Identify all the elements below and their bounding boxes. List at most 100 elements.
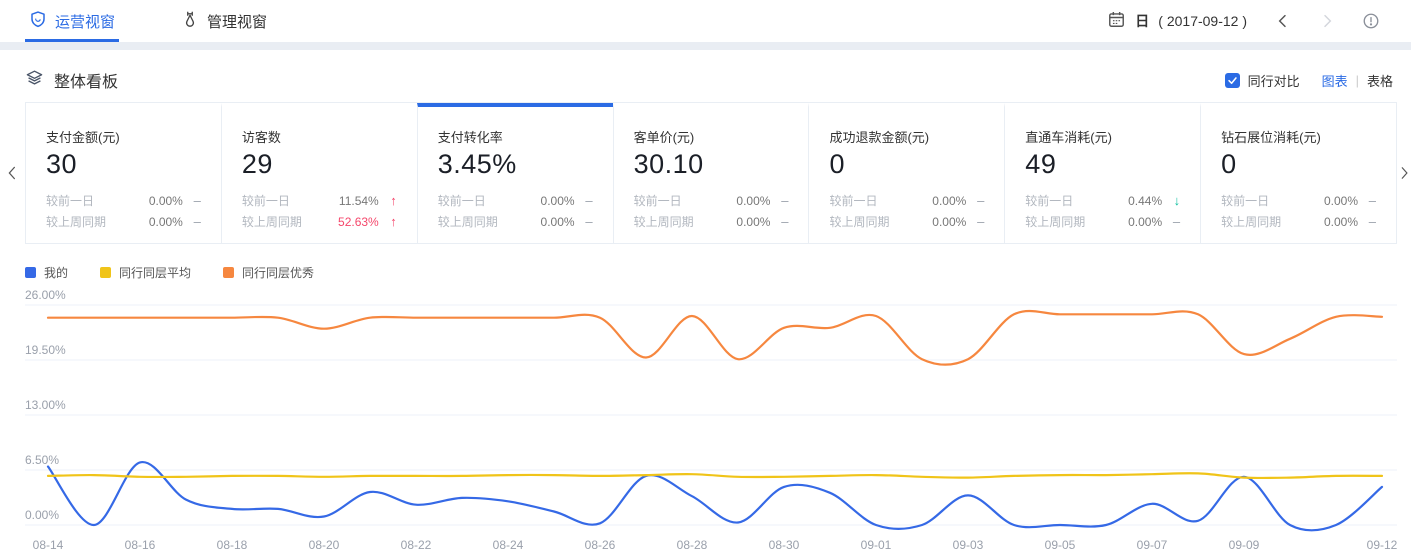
metric-value: 0 [1221, 149, 1376, 180]
legend-label: 同行同层平均 [119, 264, 191, 281]
compare-value: 0.00% [1324, 215, 1358, 229]
trend-arrow-icon: – [966, 214, 984, 229]
compare-row: 较前一日 0.00% – [438, 190, 593, 211]
trend-arrow-icon: ↑ [379, 214, 397, 229]
nav-right-controls: 日 ( 2017-09-12 ) [1107, 10, 1393, 32]
compare-value: 0.00% [541, 215, 575, 229]
compare-label: 较前一日 [1025, 192, 1073, 209]
trend-arrow-icon: – [1358, 214, 1376, 229]
compare-value: 0.00% [1324, 194, 1358, 208]
compare-label: 较上周同期 [46, 213, 106, 230]
compare-value: 0.00% [932, 194, 966, 208]
stethoscope-icon [181, 10, 199, 32]
metric-value: 30.10 [634, 149, 789, 180]
trend-chart-svg: 0.00%6.50%13.00%19.50%26.00%08-1408-1608… [0, 285, 1411, 560]
compare-row: 较上周同期 0.00% – [1221, 211, 1376, 232]
card-avg-order-value[interactable]: 客单价(元) 30.10 较前一日 0.00% – 较上周同期 0.00% – [613, 103, 809, 243]
compare-row: 较前一日 0.00% – [46, 190, 201, 211]
compare-row: 较上周同期 0.00% – [1025, 211, 1180, 232]
legend-swatch [100, 267, 111, 278]
compare-value: 0.00% [736, 194, 770, 208]
svg-text:09-07: 09-07 [1137, 538, 1168, 552]
tab-label: 管理视窗 [207, 11, 267, 32]
peer-compare-checkbox[interactable] [1225, 73, 1240, 88]
peer-compare-label: 同行对比 [1248, 71, 1300, 90]
svg-text:09-09: 09-09 [1229, 538, 1260, 552]
svg-text:19.50%: 19.50% [25, 343, 66, 357]
svg-text:6.50%: 6.50% [25, 453, 59, 467]
trend-arrow-icon: – [183, 193, 201, 208]
date-next-button[interactable] [1305, 13, 1349, 29]
compare-row: 较上周同期 0.00% – [46, 211, 201, 232]
tab-label: 运营视窗 [55, 11, 115, 32]
trend-arrow-icon: – [770, 193, 788, 208]
info-icon[interactable] [1349, 12, 1393, 30]
compare-row: 较前一日 0.44% ↓ [1025, 190, 1180, 211]
legend-item-peer-average[interactable]: 同行同层平均 [100, 264, 191, 281]
card-ztc-spend[interactable]: 直通车消耗(元) 49 较前一日 0.44% ↓ 较上周同期 0.00% – [1004, 103, 1200, 243]
card-pay-amount[interactable]: 支付金额(元) 30 较前一日 0.00% – 较上周同期 0.00% – [26, 103, 221, 243]
card-refund-amount[interactable]: 成功退款金额(元) 0 较前一日 0.00% – 较上周同期 0.00% – [808, 103, 1004, 243]
compare-label: 较上周同期 [1025, 213, 1085, 230]
legend-item-mine[interactable]: 我的 [25, 264, 68, 281]
cards-carousel: 支付金额(元) 30 较前一日 0.00% – 较上周同期 0.00% – 访客… [0, 102, 1411, 244]
compare-value: 0.00% [1128, 215, 1162, 229]
compare-value: 52.63% [338, 215, 379, 229]
compare-value: 0.44% [1128, 194, 1162, 208]
board-header: 整体看板 同行对比 图表 | 表格 [0, 50, 1411, 95]
legend-label: 同行同层优秀 [242, 264, 314, 281]
svg-text:13.00%: 13.00% [25, 398, 66, 412]
calendar-icon [1107, 10, 1126, 32]
chart-legend: 我的 同行同层平均 同行同层优秀 [25, 264, 1411, 281]
compare-value: 0.00% [932, 215, 966, 229]
compare-row: 较前一日 0.00% – [829, 190, 984, 211]
card-visitors[interactable]: 访客数 29 较前一日 11.54% ↑ 较上周同期 52.63% ↑ [221, 103, 417, 243]
compare-label: 较上周同期 [829, 213, 889, 230]
svg-text:08-28: 08-28 [677, 538, 708, 552]
compare-label: 较上周同期 [438, 213, 498, 230]
compare-row: 较上周同期 52.63% ↑ [242, 211, 397, 232]
tab-operations-view[interactable]: 运营视窗 [25, 0, 119, 42]
date-prev-button[interactable] [1261, 13, 1305, 29]
card-conversion-rate[interactable]: 支付转化率 3.45% 较前一日 0.00% – 较上周同期 0.00% – [417, 103, 613, 243]
cards-next-button[interactable] [1397, 162, 1411, 184]
legend-swatch [25, 267, 36, 278]
svg-text:08-14: 08-14 [33, 538, 64, 552]
compare-value: 11.54% [339, 194, 379, 208]
view-table-link[interactable]: 表格 [1367, 71, 1393, 90]
card-diamond-spend[interactable]: 钻石展位消耗(元) 0 较前一日 0.00% – 较上周同期 0.00% – [1200, 103, 1396, 243]
metric-value: 29 [242, 149, 397, 180]
compare-label: 较上周同期 [1221, 213, 1281, 230]
trend-arrow-icon: – [1358, 193, 1376, 208]
view-chart-link[interactable]: 图表 [1322, 71, 1348, 90]
nav-tabs: 运营视窗 管理视窗 [25, 0, 329, 42]
compare-value: 0.00% [736, 215, 770, 229]
compare-label: 较前一日 [46, 192, 94, 209]
compare-row: 较上周同期 0.00% – [829, 211, 984, 232]
metric-title: 客单价(元) [634, 127, 789, 146]
metric-title: 访客数 [242, 127, 397, 146]
tab-management-view[interactable]: 管理视窗 [177, 0, 271, 42]
compare-label: 较上周同期 [634, 213, 694, 230]
compare-label: 较前一日 [634, 192, 682, 209]
compare-row: 较前一日 0.00% – [634, 190, 789, 211]
compare-label: 较上周同期 [242, 213, 302, 230]
compare-row: 较上周同期 0.00% – [438, 211, 593, 232]
view-divider: | [1356, 73, 1359, 88]
compare-row: 较上周同期 0.00% – [634, 211, 789, 232]
trend-arrow-icon: – [1162, 214, 1180, 229]
svg-text:09-05: 09-05 [1045, 538, 1076, 552]
section-divider [0, 42, 1411, 50]
compare-value: 0.00% [541, 194, 575, 208]
metric-value: 49 [1025, 149, 1180, 180]
compare-label: 较前一日 [829, 192, 877, 209]
trend-arrow-icon: – [770, 214, 788, 229]
metric-title: 支付转化率 [438, 127, 593, 146]
legend-item-peer-excellent[interactable]: 同行同层优秀 [223, 264, 314, 281]
metric-value: 3.45% [438, 149, 593, 180]
date-picker[interactable]: 日 ( 2017-09-12 ) [1107, 10, 1247, 32]
compare-row: 较前一日 0.00% – [1221, 190, 1376, 211]
trend-arrow-icon: – [966, 193, 984, 208]
trend-arrow-icon: ↑ [379, 193, 397, 208]
cards-prev-button[interactable] [0, 162, 25, 184]
